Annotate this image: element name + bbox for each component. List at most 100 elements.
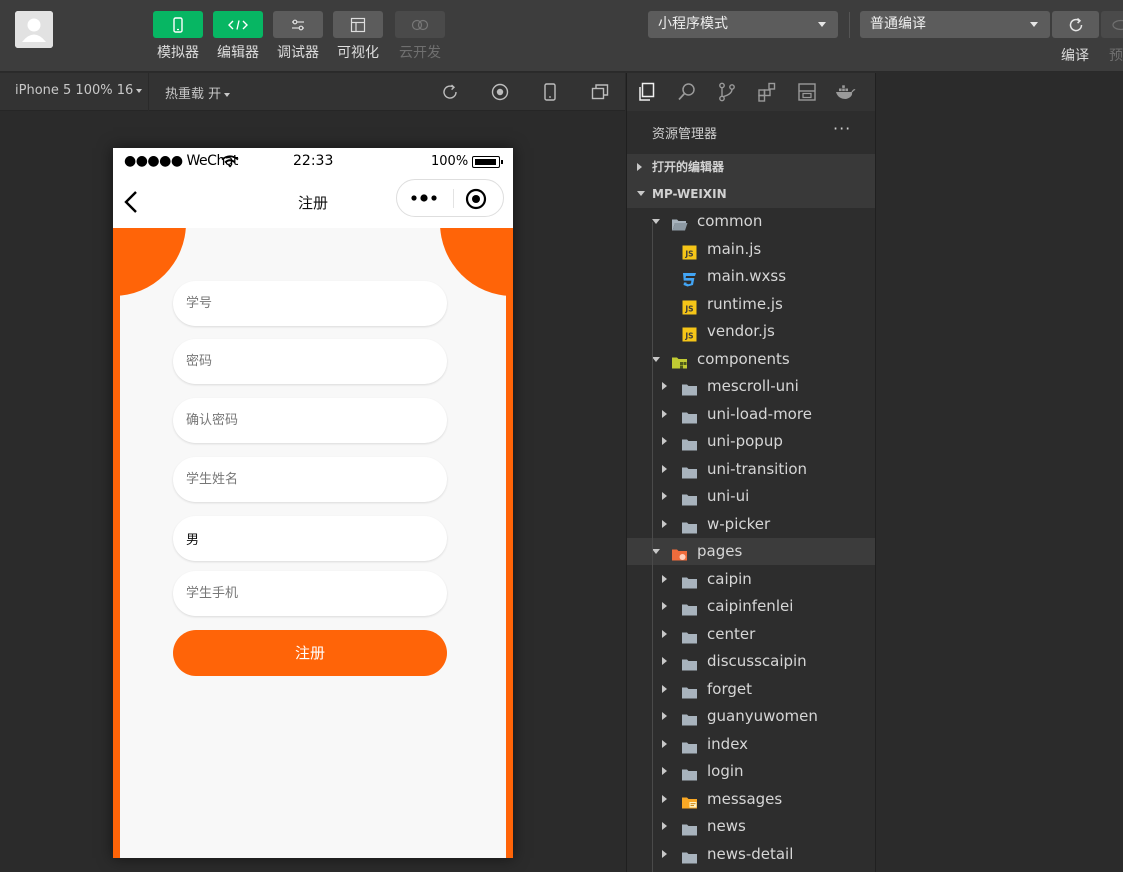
more-dots-icon[interactable]	[409, 189, 443, 207]
files-icon[interactable]	[636, 81, 658, 103]
indent-guide	[652, 222, 653, 872]
tool-debugger[interactable]: 调试器	[272, 11, 324, 62]
device-select[interactable]: iPhone 5 100% 16	[15, 83, 143, 98]
left-accent-strip	[113, 228, 120, 858]
capsule-divider	[453, 189, 454, 208]
devtools-window: 模拟器 编辑器 调试器 可视化 云开发 小程序模式 普通编译 编译 预 iPho…	[0, 0, 1123, 872]
chevron-right-icon	[662, 712, 667, 720]
student-name-field[interactable]	[173, 457, 447, 502]
tree-folder-item[interactable]: discusscaipin	[627, 648, 876, 675]
user-avatar[interactable]	[15, 11, 53, 48]
tree-folder-item[interactable]: caipin	[627, 566, 876, 593]
eye-icon	[1112, 19, 1123, 31]
editor-label: 编辑器	[217, 45, 259, 61]
gender-field[interactable]	[173, 516, 447, 561]
tree-folder-item[interactable]: messages	[627, 786, 876, 813]
tool-visual[interactable]: 可视化	[332, 11, 384, 62]
tree-folder-item[interactable]: news-detail	[627, 841, 876, 868]
tree-folder-item[interactable]: components	[627, 346, 876, 373]
search-icon[interactable]	[676, 81, 698, 103]
tree-folder-item[interactable]: uni-load-more	[627, 401, 876, 428]
editor-area	[875, 73, 1123, 872]
tree-item-label: uni-popup	[707, 432, 783, 450]
chevron-right-icon	[662, 685, 667, 693]
open-editors-label: 打开的编辑器	[652, 160, 725, 174]
tree-item-label: index	[707, 735, 749, 753]
debugger-button[interactable]	[273, 11, 323, 38]
tree-file-item[interactable]: JS main.js	[627, 236, 876, 263]
tree-folder-item[interactable]: center	[627, 621, 876, 648]
rotate-icon[interactable]	[440, 82, 460, 102]
simulator-button[interactable]	[153, 11, 203, 38]
tree-item-label: runtime.js	[707, 295, 783, 313]
student-id-input[interactable]	[173, 281, 447, 326]
tree-file-item[interactable]: JS runtime.js	[627, 291, 876, 318]
register-button[interactable]: 注册	[173, 630, 447, 676]
preview-button[interactable]	[1101, 11, 1123, 38]
tree-folder-item[interactable]: pages	[627, 538, 876, 565]
tree-file-item[interactable]: main.wxss	[627, 263, 876, 290]
device-select-value: iPhone 5 100% 16	[15, 83, 134, 98]
source-control-icon[interactable]	[716, 81, 738, 103]
tree-folder-item[interactable]: mescroll-uni	[627, 373, 876, 400]
tree-folder-item[interactable]: w-picker	[627, 511, 876, 538]
record-icon[interactable]	[490, 82, 510, 102]
confirm-password-field[interactable]	[173, 398, 447, 443]
tree-item-label: discusscaipin	[707, 652, 807, 670]
compile-button[interactable]	[1052, 11, 1099, 38]
open-editors-section[interactable]: 打开的编辑器	[627, 154, 876, 181]
svg-text:JS: JS	[684, 332, 693, 341]
tool-simulator[interactable]: 模拟器	[152, 11, 204, 62]
tool-editor[interactable]: 编辑器	[212, 11, 264, 62]
chevron-right-icon	[662, 465, 667, 473]
folder-icon	[681, 462, 698, 479]
student-phone-input[interactable]	[173, 571, 447, 616]
password-input[interactable]	[173, 339, 447, 384]
tree-folder-item[interactable]: common	[627, 208, 876, 235]
student-name-input[interactable]	[173, 457, 447, 502]
tree-folder-item[interactable]: caipinfenlei	[627, 593, 876, 620]
tree-file-item[interactable]: JS vendor.js	[627, 318, 876, 345]
folder-icon	[681, 434, 698, 451]
confirm-password-input[interactable]	[173, 398, 447, 443]
explorer-more-button[interactable]: ···	[833, 119, 851, 138]
folder-icon	[681, 407, 698, 424]
project-section[interactable]: MP-WEIXIN	[627, 181, 876, 208]
tree-folder-item[interactable]: login	[627, 758, 876, 785]
mini-program-capsule	[396, 179, 504, 217]
device-phone-icon[interactable]	[540, 82, 560, 102]
chevron-right-icon	[662, 795, 667, 803]
extensions-icon[interactable]	[756, 81, 778, 103]
left-corner-decoration	[113, 228, 186, 296]
compile-select-value: 普通编译	[870, 16, 926, 32]
student-phone-field[interactable]	[173, 571, 447, 616]
docker-icon[interactable]	[834, 81, 856, 103]
close-capsule-icon[interactable]	[465, 188, 487, 210]
tree-folder-item[interactable]: uni-ui	[627, 483, 876, 510]
tree-folder-item[interactable]: guanyuwomen	[627, 703, 876, 730]
chevron-down-icon	[818, 22, 826, 27]
phone-simulator: ●●●●● WeChat 22:33 100% 注册 学号 密码 确认密码 学生…	[113, 148, 513, 858]
editor-button[interactable]	[213, 11, 263, 38]
wifi-icon	[221, 155, 239, 168]
tree-folder-item[interactable]: uni-popup	[627, 428, 876, 455]
chevron-down-icon	[637, 191, 645, 196]
gender-input[interactable]	[173, 516, 447, 561]
student-id-field[interactable]	[173, 281, 447, 326]
compile-select[interactable]: 普通编译	[860, 11, 1050, 38]
hot-reload-select[interactable]: 热重载 开	[165, 83, 231, 102]
password-field[interactable]	[173, 339, 447, 384]
tree-folder-item[interactable]: uni-transition	[627, 456, 876, 483]
tree-item-label: center	[707, 625, 756, 643]
tree-item-label: messages	[707, 790, 783, 808]
mode-select-value: 小程序模式	[658, 16, 728, 32]
storage-icon[interactable]	[796, 81, 818, 103]
tree-folder-item[interactable]: news	[627, 813, 876, 840]
visual-button[interactable]	[333, 11, 383, 38]
detach-window-icon[interactable]	[590, 82, 610, 102]
tree-folder-item[interactable]: forget	[627, 676, 876, 703]
tree-folder-item[interactable]: index	[627, 731, 876, 758]
mode-select[interactable]: 小程序模式	[648, 11, 838, 38]
folder-icon	[681, 654, 698, 671]
chevron-down-icon	[652, 357, 660, 362]
